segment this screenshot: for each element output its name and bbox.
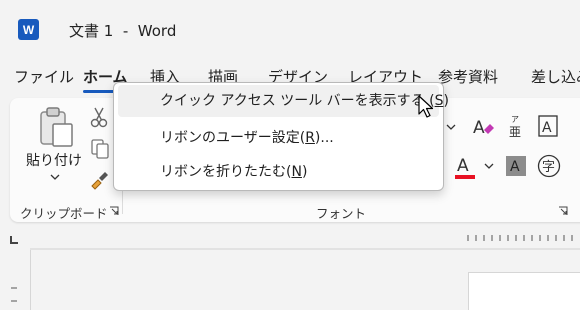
svg-text:A: A [473, 118, 485, 138]
character-border-letter: A [542, 120, 552, 136]
font-color-letter: A [457, 156, 469, 176]
menu-item-text-suffix: ) [301, 164, 308, 180]
font-group-label: フォント [316, 206, 367, 221]
menu-item-text-suffix: )... [314, 130, 334, 146]
phonetic-base-text: 亜 [509, 125, 521, 138]
format-painter-icon[interactable] [88, 168, 110, 190]
word-icon[interactable]: W [18, 19, 43, 40]
vertical-ruler [10, 285, 20, 305]
title-bar: W 文書 1 - Word [0, 0, 580, 60]
copy-icon[interactable] [90, 138, 110, 160]
character-shading-letter: A [510, 159, 520, 175]
mouse-cursor-icon [418, 95, 434, 123]
font-color-chevron-icon[interactable] [484, 163, 494, 169]
menu-item-text: クイック アクセス ツール バーを表示する ( [160, 93, 435, 109]
tab-references[interactable]: 参考資料 [438, 66, 498, 87]
ribbon-context-menu: クイック アクセス ツール バーを表示する (S) リボンのユーザー設定(R).… [113, 82, 449, 191]
paste-button-label[interactable]: 貼り付け [26, 150, 82, 170]
word-icon-letter: W [22, 22, 35, 37]
menu-item-text: リボンのユーザー設定( [160, 130, 306, 146]
phonetic-ruby-text: ア [511, 115, 519, 124]
scissors-icon[interactable] [90, 106, 108, 128]
menu-item-collapse-ribbon[interactable]: リボンを折りたたむ(N) [118, 156, 439, 188]
menu-item-text-suffix: ) [443, 93, 449, 109]
horizontal-ruler[interactable] [30, 226, 580, 250]
clipboard-paste-icon[interactable] [38, 106, 74, 148]
menu-item-accelerator-key: N [291, 164, 302, 180]
character-border-icon[interactable]: A [538, 115, 558, 137]
menu-item-show-quick-access-toolbar[interactable]: クイック アクセス ツール バーを表示する (S) [118, 85, 449, 117]
menu-item-text: リボンを折りたたむ( [160, 164, 292, 180]
paste-dropdown-chevron-icon[interactable] [50, 174, 60, 180]
character-shading-icon[interactable]: A [506, 156, 526, 176]
tab-mailings[interactable]: 差し込み [531, 66, 580, 87]
font-dialog-launcher-icon[interactable] [558, 206, 568, 216]
clipboard-dialog-launcher-icon[interactable] [109, 206, 119, 216]
document-page[interactable] [468, 272, 580, 310]
menu-item-accelerator-key: R [305, 130, 315, 146]
vertical-ruler-edge [30, 250, 31, 310]
font-size-chevron-icon[interactable] [446, 124, 456, 130]
enclose-characters-text: 字 [542, 160, 555, 175]
enclose-characters-icon[interactable]: 字 [537, 154, 561, 178]
clipboard-group-label: クリップボード [20, 206, 108, 221]
tab-selector-icon[interactable] [10, 236, 18, 244]
tab-file[interactable]: ファイル [14, 66, 74, 87]
phonetic-guide-icon[interactable]: ア 亜 [508, 114, 524, 138]
font-color-icon[interactable]: A [454, 154, 476, 180]
menu-item-customize-ribbon[interactable]: リボンのユーザー設定(R)... [118, 122, 439, 154]
document-title: 文書 1 - Word [69, 22, 177, 40]
clear-formatting-icon[interactable]: A [472, 116, 496, 138]
